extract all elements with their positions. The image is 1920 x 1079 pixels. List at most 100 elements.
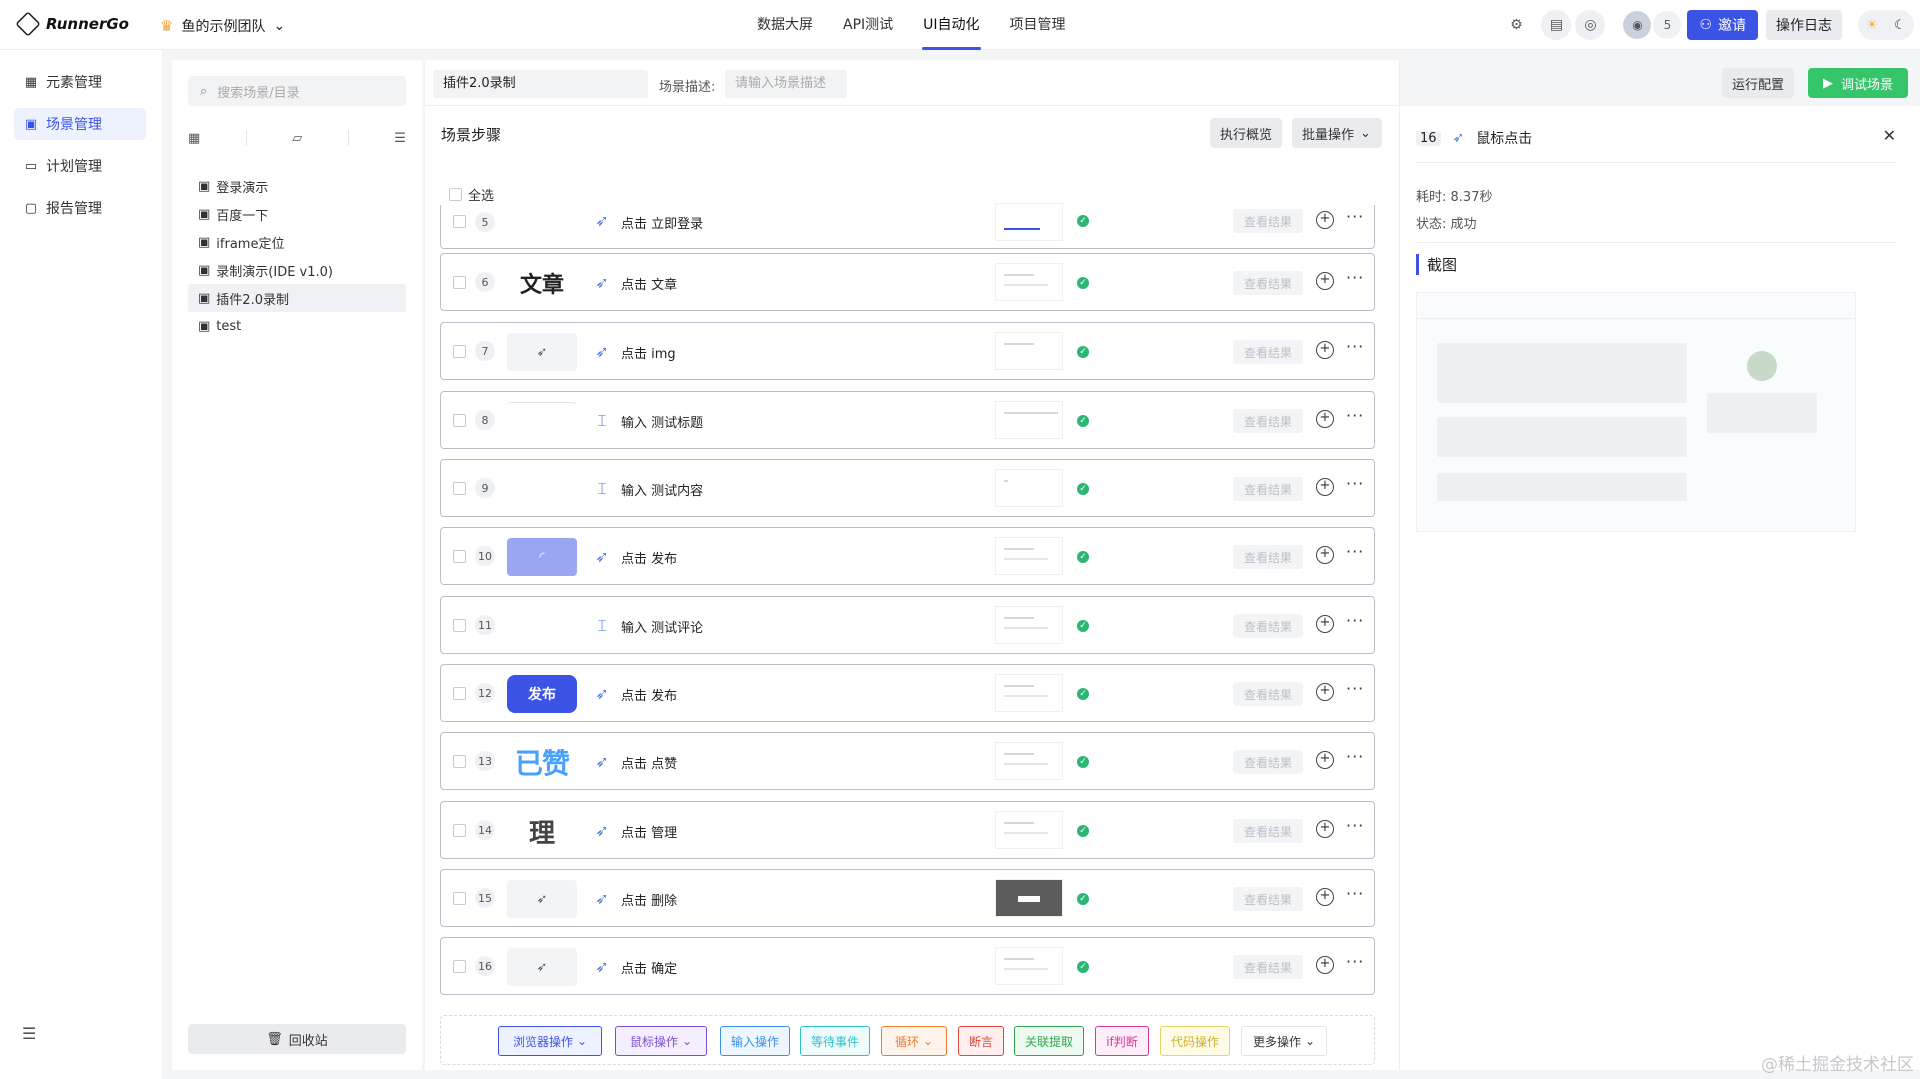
step-screenshot[interactable] [995, 606, 1063, 644]
more-icon[interactable]: ··· [1346, 884, 1364, 903]
view-result-button[interactable]: 查看结果 [1233, 409, 1303, 433]
tree-node-selected[interactable]: ▣ 插件2.0录制 [188, 284, 406, 312]
add-step-icon[interactable]: + [1316, 410, 1334, 428]
tree-node[interactable]: ▣ 登录演示 [188, 172, 406, 200]
step-screenshot[interactable] [995, 332, 1063, 370]
more-icon[interactable]: ··· [1346, 611, 1364, 630]
view-result-button[interactable]: 查看结果 [1233, 545, 1303, 569]
view-result-button[interactable]: 查看结果 [1233, 955, 1303, 979]
view-result-button[interactable]: 查看结果 [1233, 887, 1303, 911]
step-checkbox[interactable] [453, 276, 466, 289]
collapse-menu-icon[interactable]: ☰ [22, 1024, 36, 1043]
step-checkbox[interactable] [453, 824, 466, 837]
result-screenshot[interactable] [1416, 292, 1856, 532]
step-row[interactable]: 7 ➶ ➶ 点击 img ✓ 查看结果 + ··· [440, 322, 1375, 380]
step-screenshot[interactable] [995, 879, 1063, 917]
step-checkbox[interactable] [453, 892, 466, 905]
tree-node[interactable]: ▣ 百度一下 [188, 200, 406, 228]
step-screenshot[interactable] [995, 947, 1063, 985]
step-screenshot[interactable] [995, 811, 1063, 849]
step-screenshot[interactable] [995, 469, 1063, 507]
team-switcher[interactable]: ♛ 鱼的示例团队 ⌄ [160, 16, 285, 36]
nav-tab-api-test[interactable]: API测试 [828, 0, 908, 50]
step-checkbox[interactable] [453, 755, 466, 768]
step-checkbox[interactable] [453, 215, 466, 228]
more-icon[interactable]: ··· [1346, 679, 1364, 698]
extract-button[interactable]: 关联提取 [1014, 1026, 1084, 1056]
view-result-button[interactable]: 查看结果 [1233, 819, 1303, 843]
add-step-icon[interactable]: + [1316, 478, 1334, 496]
view-result-button[interactable]: 查看结果 [1233, 209, 1303, 233]
add-step-icon[interactable]: + [1316, 751, 1334, 769]
more-icon[interactable]: ··· [1346, 268, 1364, 287]
operation-log-button[interactable]: 操作日志 [1766, 10, 1842, 40]
debug-scene-button[interactable]: ▶ 调试场景 [1808, 68, 1908, 98]
add-scene-icon[interactable]: ▦ [188, 131, 200, 146]
plugin-icon[interactable]: ⚙ [1501, 10, 1531, 40]
view-result-button[interactable]: 查看结果 [1233, 682, 1303, 706]
step-checkbox[interactable] [453, 687, 466, 700]
scene-desc-input[interactable]: 请输入场景描述 [725, 70, 847, 98]
step-row[interactable]: 11 ⌶ 输入 测试评论 ✓ 查看结果 + ··· [440, 596, 1375, 654]
step-row[interactable]: 9 ⌶ 输入 测试内容 ✓ 查看结果 + ··· [440, 459, 1375, 517]
view-result-button[interactable]: 查看结果 [1233, 477, 1303, 501]
step-checkbox[interactable] [453, 414, 466, 427]
step-screenshot[interactable] [995, 537, 1063, 575]
add-step-icon[interactable]: + [1316, 341, 1334, 359]
step-row[interactable]: 13 已赞 ➶ 点击 点赞 ✓ 查看结果 + ··· [440, 732, 1375, 790]
more-icon[interactable]: ··· [1346, 337, 1364, 356]
brand-logo[interactable]: RunnerGo [15, 11, 129, 37]
scene-name-input[interactable]: 插件2.0录制 [433, 70, 648, 98]
doc-icon[interactable]: ▤ [1541, 10, 1572, 40]
view-result-button[interactable]: 查看结果 [1233, 271, 1303, 295]
add-folder-icon[interactable]: ▱ [292, 131, 302, 146]
member-count[interactable]: 5 [1653, 11, 1682, 39]
batch-operation-button[interactable]: 批量操作 ⌄ [1292, 118, 1382, 148]
browser-action-button[interactable]: 浏览器操作 ⌄ [498, 1026, 602, 1056]
sidebar-item-plans[interactable]: ▭ 计划管理 [14, 150, 146, 182]
assert-button[interactable]: 断言 [958, 1026, 1004, 1056]
step-checkbox[interactable] [453, 345, 466, 358]
scene-search-input[interactable]: ⌕ 搜索场景/目录 [188, 76, 406, 106]
close-icon[interactable]: ✕ [1883, 126, 1896, 145]
step-row[interactable]: 8 ⌶ 输入 测试标题 ✓ 查看结果 + ··· [440, 391, 1375, 449]
invite-button[interactable]: ⚇ 邀请 [1687, 10, 1758, 40]
nav-tab-ui-automation[interactable]: UI自动化 [908, 0, 994, 50]
if-button[interactable]: if判断 [1095, 1026, 1149, 1056]
step-checkbox[interactable] [453, 619, 466, 632]
add-step-icon[interactable]: + [1316, 888, 1334, 906]
step-row[interactable]: 12 发布 ➶ 点击 发布 ✓ 查看结果 + ··· [440, 664, 1375, 722]
more-actions-button[interactable]: 更多操作 ⌄ [1241, 1026, 1327, 1056]
step-screenshot[interactable] [995, 674, 1063, 712]
sort-icon[interactable]: ☰ [394, 131, 406, 146]
step-screenshot[interactable] [995, 263, 1063, 301]
add-step-icon[interactable]: + [1316, 615, 1334, 633]
step-row[interactable]: 5 ➶ 点击 立即登录 ✓ 查看结果 + ··· [440, 203, 1375, 249]
view-result-button[interactable]: 查看结果 [1233, 614, 1303, 638]
more-icon[interactable]: ··· [1346, 474, 1364, 493]
step-checkbox[interactable] [453, 482, 466, 495]
select-all-checkbox[interactable] [449, 188, 462, 201]
step-screenshot[interactable] [995, 401, 1063, 439]
sidebar-item-elements[interactable]: ▦ 元素管理 [14, 66, 146, 98]
select-all[interactable]: 全选 [449, 185, 494, 204]
more-icon[interactable]: ··· [1346, 542, 1364, 561]
run-config-button[interactable]: 运行配置 [1722, 68, 1795, 98]
nav-tab-project[interactable]: 项目管理 [995, 0, 1081, 50]
recycle-bin-button[interactable]: 🗑 回收站 [188, 1024, 406, 1054]
step-screenshot[interactable] [995, 203, 1063, 241]
step-row[interactable]: 16 ➶ ➶ 点击 确定 ✓ 查看结果 + ··· [440, 937, 1375, 995]
more-icon[interactable]: ··· [1346, 816, 1364, 835]
step-checkbox[interactable] [453, 550, 466, 563]
loop-button[interactable]: 循环 ⌄ [881, 1026, 947, 1056]
more-icon[interactable]: ··· [1346, 406, 1364, 425]
more-icon[interactable]: ··· [1346, 747, 1364, 766]
step-checkbox[interactable] [453, 960, 466, 973]
view-result-button[interactable]: 查看结果 [1233, 340, 1303, 364]
theme-toggle[interactable]: ☀ ☾ [1858, 10, 1914, 40]
tree-node[interactable]: ▣ 录制演示(IDE v1.0) [188, 256, 406, 284]
nav-tab-dashboard[interactable]: 数据大屏 [742, 0, 828, 50]
exec-overview-button[interactable]: 执行概览 [1210, 118, 1283, 148]
tree-node[interactable]: ▣ iframe定位 [188, 228, 406, 256]
step-row[interactable]: 15 ➶ ➶ 点击 删除 ✓ 查看结果 + ··· [440, 869, 1375, 927]
